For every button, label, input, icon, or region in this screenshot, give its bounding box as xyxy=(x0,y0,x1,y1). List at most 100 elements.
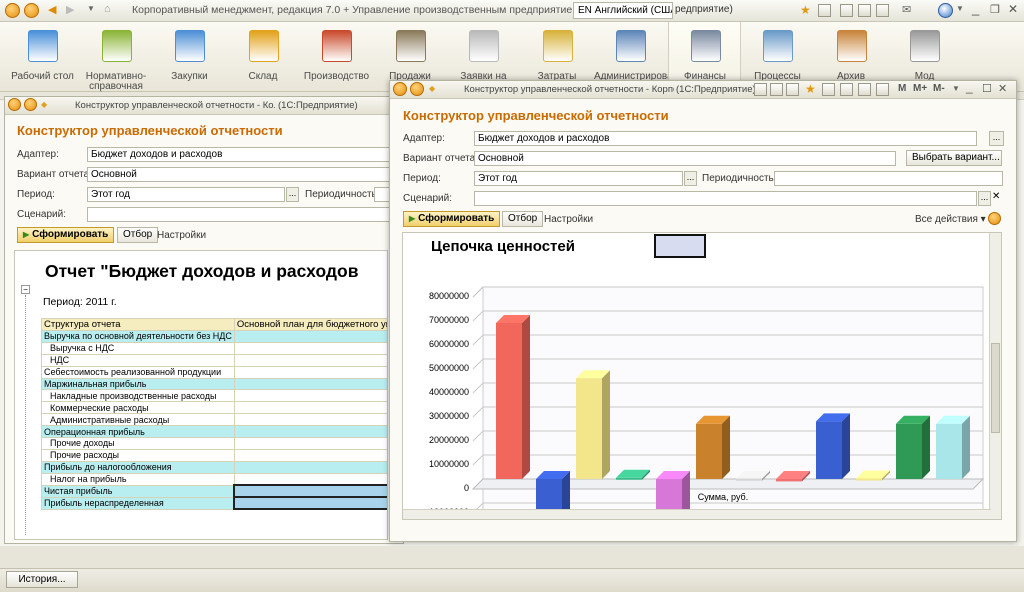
table-row[interactable]: Прочие доходы1 016 949,16 xyxy=(41,437,387,450)
table-row[interactable]: Коммерческие расходы(374 788,29) xyxy=(41,401,387,415)
front-print-icon[interactable] xyxy=(770,83,783,96)
front-minimize-icon[interactable]: _ xyxy=(966,80,973,94)
print-icon[interactable] xyxy=(818,4,831,17)
chart-bar-side xyxy=(522,315,530,479)
front-window-title-suffix: (1С:Предприятие) xyxy=(676,84,756,95)
section-label: Склад xyxy=(248,71,278,82)
keyboard-layout-indicator[interactable]: EN Английский (США) xyxy=(573,2,673,19)
chart-area: Цепочка ценностей 80000000 70000000 6000000… xyxy=(402,232,1002,520)
front-link-icon[interactable] xyxy=(822,83,835,96)
table-row[interactable]: Выручка по основной деятельности без НДС… xyxy=(41,330,387,343)
table-row[interactable]: Налог на прибыль(275 743,27) xyxy=(41,472,387,486)
chart-bar[interactable] xyxy=(816,413,850,479)
front-calendar-icon[interactable] xyxy=(840,83,853,96)
section-0[interactable]: Рабочий стол xyxy=(6,22,79,92)
table-row[interactable]: Себестоимость реализованной продукции(21… xyxy=(41,365,387,379)
front-period-field[interactable]: Этот год xyxy=(474,171,683,186)
home-icon[interactable]: ⌂ xyxy=(104,3,111,15)
chart-vertical-scrollbar[interactable] xyxy=(989,233,1001,519)
back-period-field[interactable]: Этот год xyxy=(87,187,285,202)
front-favorites-icon[interactable]: ★ xyxy=(805,82,816,96)
info-dropdown-icon[interactable]: ▼ xyxy=(956,4,964,13)
choose-variant-button[interactable]: Выбрать вариант... xyxy=(906,150,1002,166)
front-adapter-field[interactable]: Бюджет доходов и расходов xyxy=(474,131,977,146)
memory-m-button[interactable]: M xyxy=(898,83,906,94)
table-row[interactable]: Накладные производственные расходы(122 8… xyxy=(41,389,387,403)
section-4[interactable]: Производство xyxy=(300,22,373,92)
help-icon[interactable] xyxy=(988,212,1001,225)
memory-mminus-button[interactable]: M- xyxy=(933,83,945,94)
archive-icon xyxy=(836,30,867,62)
chart-bar[interactable] xyxy=(696,415,730,479)
chart-bar[interactable] xyxy=(496,315,530,479)
front-calculator-icon[interactable] xyxy=(858,83,871,96)
calculator-icon[interactable] xyxy=(858,4,871,17)
front-settings-link[interactable]: Настройки xyxy=(544,214,593,225)
front-window-logo-icon[interactable] xyxy=(393,82,407,96)
table-row[interactable]: Прибыль нераспределенная(2 631 043,4) xyxy=(41,496,387,511)
back-window-logo-icon[interactable] xyxy=(8,98,21,111)
chart-bar[interactable] xyxy=(896,415,930,479)
section-2[interactable]: Закупки xyxy=(153,22,226,92)
front-copy-icon[interactable] xyxy=(876,83,889,96)
history-dropdown-icon[interactable]: ▼ xyxy=(87,4,95,13)
table-row[interactable]: НДС8 247 965,88 xyxy=(41,353,387,367)
chart-bar[interactable] xyxy=(576,370,610,479)
main-menu-icon[interactable] xyxy=(24,3,39,18)
all-actions-menu[interactable]: Все действия ▾ xyxy=(915,214,986,225)
section-3[interactable]: Склад xyxy=(227,22,300,92)
back-arrow-icon[interactable]: ◀ xyxy=(48,3,56,16)
calendar-icon[interactable] xyxy=(840,4,853,17)
favorites-star-icon[interactable]: ★ xyxy=(800,3,811,17)
front-adapter-search-button[interactable]: ... xyxy=(989,131,1004,146)
copy-icon[interactable] xyxy=(876,4,889,17)
close-icon[interactable]: ✕ xyxy=(1008,2,1018,16)
section-1[interactable]: Нормативно-справочная информация xyxy=(80,22,153,102)
chart-horizontal-scrollbar[interactable] xyxy=(403,509,991,519)
back-variant-field[interactable]: Основной xyxy=(87,167,407,182)
front-periodicity-field[interactable] xyxy=(774,171,1003,186)
mail-icon[interactable]: ✉ xyxy=(902,3,911,16)
app-logo-icon[interactable] xyxy=(5,3,20,18)
table-row[interactable]: Выручка с НДС46 377 623,95 xyxy=(41,341,387,355)
row-value: (2 456 463,36) xyxy=(233,425,387,439)
front-maximize-icon[interactable]: ☐ xyxy=(982,82,992,95)
front-generate-button[interactable]: ▶ Сформировать xyxy=(403,211,501,227)
back-window-back-icon[interactable]: ◆ xyxy=(41,100,47,109)
front-scenario-field[interactable] xyxy=(474,191,977,206)
front-preview-icon[interactable] xyxy=(786,83,799,96)
chart-bar[interactable] xyxy=(936,415,970,479)
front-variant-field[interactable]: Основной xyxy=(474,151,896,166)
front-filter-button[interactable]: Отбор xyxy=(502,211,544,227)
table-row[interactable]: Маржинальная прибыль17 047 700,02 xyxy=(41,377,387,391)
back-settings-link[interactable]: Настройки xyxy=(157,230,206,241)
back-filter-button[interactable]: Отбор xyxy=(117,227,159,243)
table-row[interactable]: Прибыль до налогообложения(2 355 300,13) xyxy=(41,460,387,474)
maximize-icon[interactable]: ❐ xyxy=(990,3,1000,16)
history-button[interactable]: История... xyxy=(6,571,78,588)
memory-mplus-button[interactable]: M+ xyxy=(913,83,927,94)
forward-arrow-icon[interactable]: ▶ xyxy=(66,3,74,16)
memory-dropdown-icon[interactable]: ▼ xyxy=(952,84,960,93)
back-generate-button[interactable]: ▶ Сформировать xyxy=(17,227,115,243)
front-scenario-clear-icon[interactable]: ✕ xyxy=(992,191,1000,202)
table-row[interactable]: Административные расходы(19 006 493,63) xyxy=(41,413,387,427)
front-period-select-button[interactable]: ... xyxy=(684,171,697,186)
chart-bar-front xyxy=(816,421,842,479)
table-row[interactable]: Чистая прибыль(2 631 043,4) xyxy=(41,484,387,499)
minimize-icon[interactable]: _ xyxy=(972,1,979,16)
front-save-icon[interactable] xyxy=(754,83,767,96)
back-period-select-button[interactable]: ... xyxy=(286,187,299,202)
table-row[interactable]: Прочие расходы(915 785,93) xyxy=(41,448,387,462)
back-window-menu-icon[interactable] xyxy=(24,98,37,111)
front-scenario-select-button[interactable]: ... xyxy=(978,191,991,206)
chart-scroll-thumb[interactable] xyxy=(991,343,1000,433)
back-scenario-field[interactable] xyxy=(87,207,407,222)
front-window-menu-icon[interactable] xyxy=(410,82,424,96)
front-close-icon[interactable]: ✕ xyxy=(998,82,1007,95)
group-collapse-icon[interactable]: − xyxy=(21,285,30,294)
back-adapter-field[interactable]: Бюджет доходов и расходов xyxy=(87,147,407,162)
front-window-back-icon[interactable]: ◆ xyxy=(429,84,435,93)
table-row[interactable]: Операционная прибыль(2 456 463,36) xyxy=(41,425,387,439)
info-icon[interactable] xyxy=(938,3,953,18)
